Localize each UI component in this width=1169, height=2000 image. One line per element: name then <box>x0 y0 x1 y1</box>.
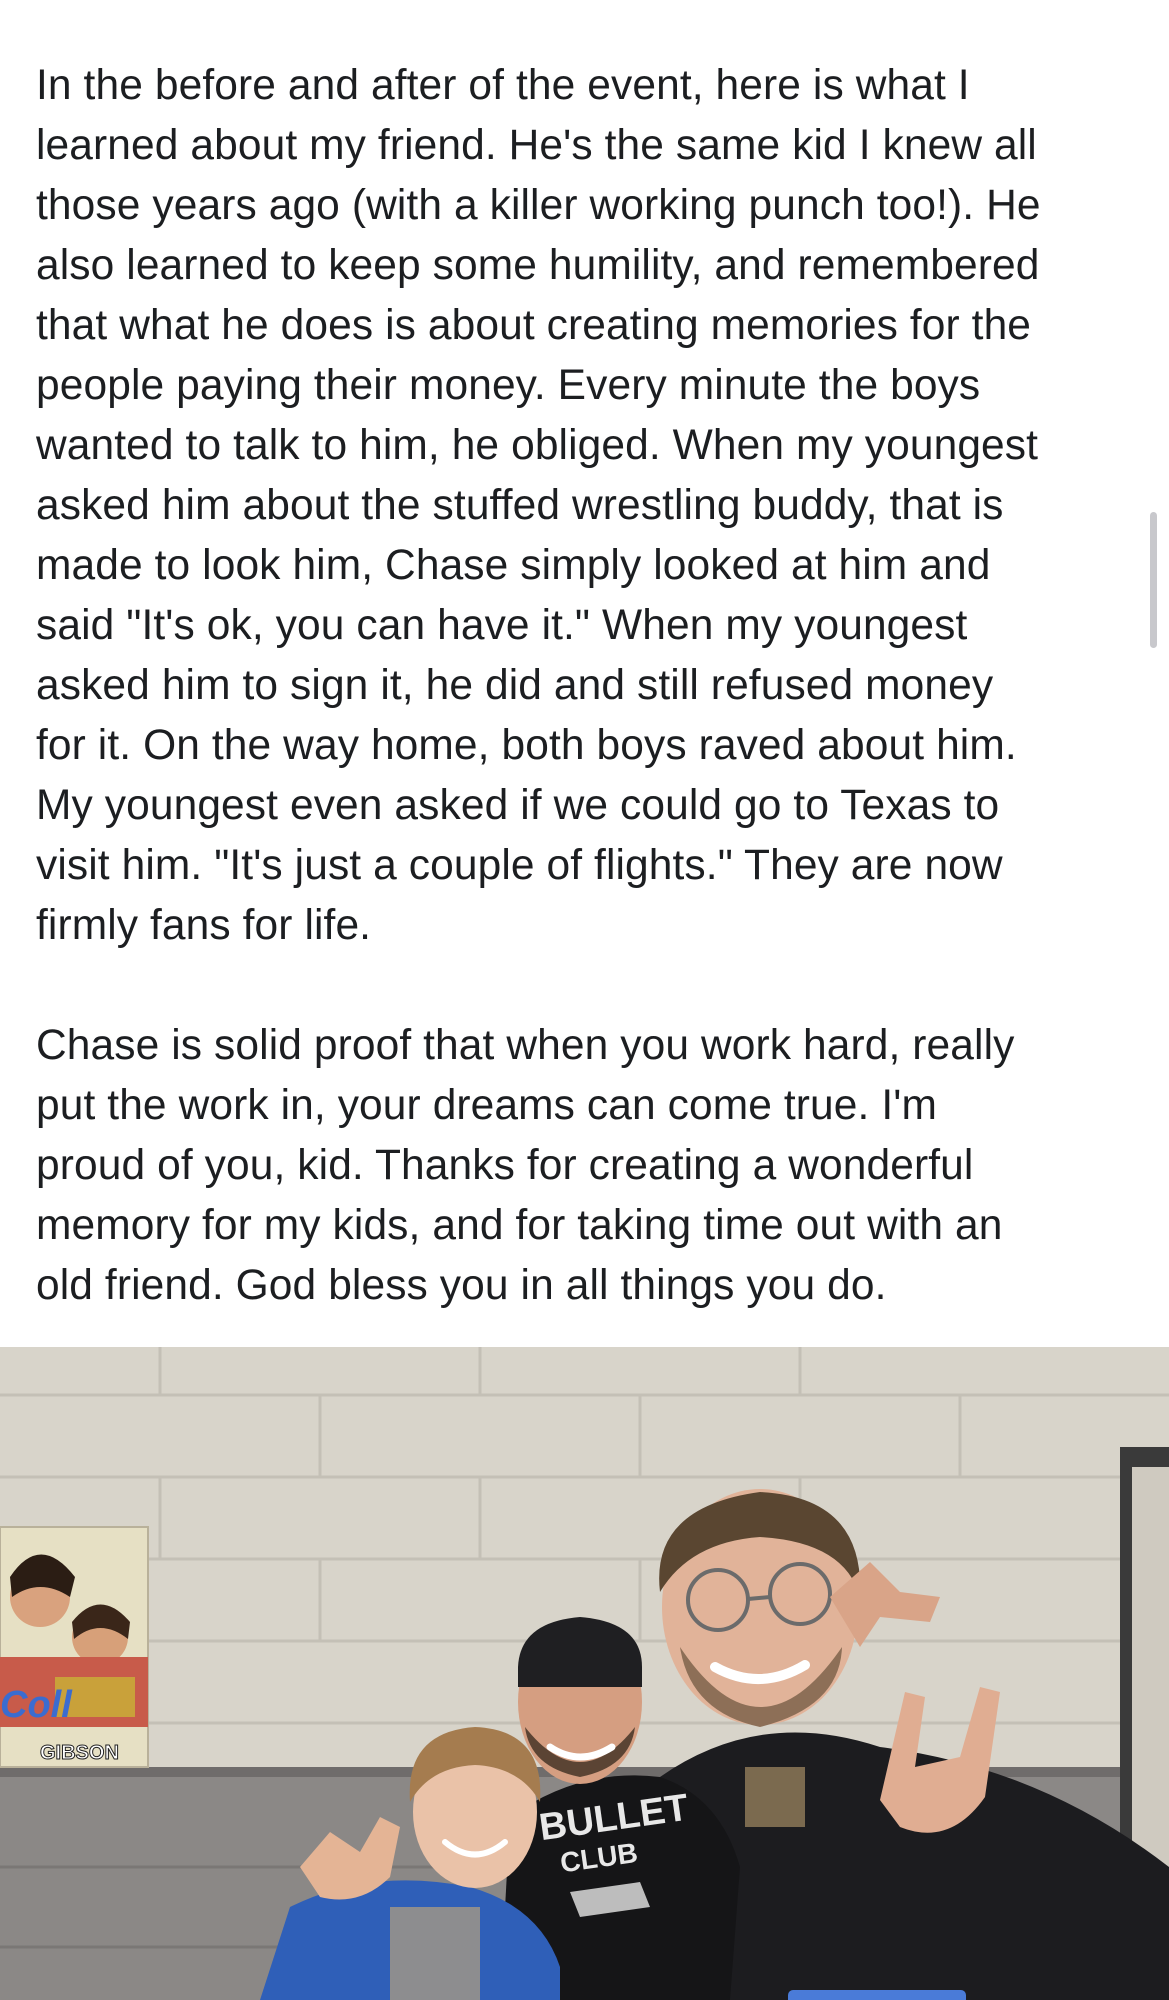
post-line: memory for my kids, and for taking time … <box>36 1202 1003 1249</box>
post-line: said "It's ok, you can have it." When my… <box>36 602 968 649</box>
post-line: put the work in, your dreams can come tr… <box>36 1082 937 1129</box>
post-line: In the before and after of the event, he… <box>36 62 970 109</box>
post-line: that what he does is about creating memo… <box>36 302 1032 349</box>
post-line: learned about my friend. He's the same k… <box>36 122 1037 169</box>
home-indicator[interactable] <box>788 1990 966 2000</box>
post-line: Chase is solid proof that when you work … <box>36 1022 1015 1069</box>
post-line: old friend. God bless you in all things … <box>36 1262 887 1309</box>
poster-logo-text: Coll <box>0 1684 73 1726</box>
poster-name-text: GIBSON <box>40 1742 119 1764</box>
post-paragraph-2: Chase is solid proof that when you work … <box>36 1016 1136 1316</box>
post-line: wanted to talk to him, he obliged. When … <box>36 422 1039 469</box>
scrollbar-thumb[interactable] <box>1150 512 1157 648</box>
post-line: also learned to keep some humility, and … <box>36 242 1040 289</box>
post-photo[interactable]: Coll GIBSON BULLET CLUB <box>0 1347 1169 2000</box>
post-body: In the before and after of the event, he… <box>36 56 1136 1316</box>
post-line: people paying their money. Every minute … <box>36 362 981 409</box>
post-line: proud of you, kid. Thanks for creating a… <box>36 1142 974 1189</box>
post-line: asked him about the stuffed wrestling bu… <box>36 482 1004 529</box>
post-line: asked him to sign it, he did and still r… <box>36 662 994 709</box>
post-line: visit him. "It's just a couple of flight… <box>36 842 1003 889</box>
post-line: firmly fans for life. <box>36 902 372 949</box>
post-paragraph-1: In the before and after of the event, he… <box>36 56 1136 956</box>
wrestler-poster: Coll GIBSON <box>0 1526 149 1768</box>
post-line: for it. On the way home, both boys raved… <box>36 722 1017 769</box>
post-line: made to look him, Chase simply looked at… <box>36 542 991 589</box>
post-line: My youngest even asked if we could go to… <box>36 782 1000 829</box>
post-line: those years ago (with a killer working p… <box>36 182 1041 229</box>
photo-illustration: Coll GIBSON BULLET CLUB <box>0 1347 1169 2000</box>
